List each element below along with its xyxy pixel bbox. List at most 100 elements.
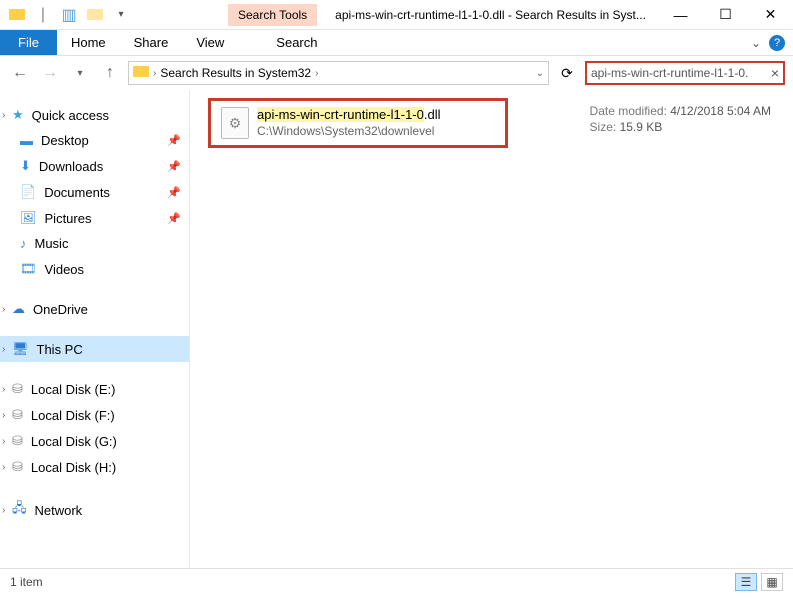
close-button[interactable]: ✕: [748, 0, 793, 30]
monitor-icon: 🖥: [12, 341, 29, 357]
result-filename: api-ms-win-crt-runtime-l1-1-0.dll: [257, 107, 440, 122]
nav-music[interactable]: ♪ Music: [0, 231, 189, 256]
address-bar[interactable]: › Search Results in System32 › ⌄: [128, 61, 549, 85]
search-result-highlight: ⚙ api-ms-win-crt-runtime-l1-1-0.dll C:\W…: [208, 98, 508, 148]
status-bar: 1 item ☰ ▦: [0, 568, 793, 594]
chevron-right-icon[interactable]: ›: [2, 505, 5, 516]
nav-pictures[interactable]: 🖼 Pictures 📌: [0, 205, 189, 231]
navigation-pane[interactable]: › ★ Quick access ▬Desktop📌 ⬇Downloads📌 📄…: [0, 90, 190, 568]
nav-documents[interactable]: 📄Documents📌: [0, 179, 189, 205]
downloads-icon: ⬇: [20, 158, 31, 174]
quick-access-toolbar: | ▥ ▾: [0, 4, 138, 26]
chevron-right-icon[interactable]: ›: [2, 410, 5, 421]
chevron-right-icon[interactable]: ›: [2, 384, 5, 395]
file-icon: ⚙: [221, 107, 249, 139]
chevron-right-icon[interactable]: ›: [2, 436, 5, 447]
ribbon-expand-icon[interactable]: ⌄: [751, 36, 761, 50]
date-modified-value: 4/12/2018 5:04 AM: [670, 104, 771, 118]
nav-label: Local Disk (H:): [31, 460, 116, 475]
nav-videos[interactable]: 🎞 Videos: [0, 256, 189, 282]
properties-icon[interactable]: ▥: [58, 4, 80, 26]
address-history-dropdown[interactable]: ⌄: [536, 68, 544, 79]
minimize-button[interactable]: —: [658, 0, 703, 30]
nav-label: Music: [35, 236, 69, 251]
nav-label: Network: [35, 503, 83, 518]
recent-locations-dropdown[interactable]: ▾: [68, 61, 92, 85]
search-tools-context-tab[interactable]: Search Tools: [228, 4, 317, 26]
nav-local-e[interactable]: › ⛁ Local Disk (E:): [0, 376, 189, 402]
back-button[interactable]: ←: [8, 61, 32, 85]
nav-label: Local Disk (E:): [31, 382, 116, 397]
music-icon: ♪: [20, 236, 27, 251]
nav-label: Documents: [44, 185, 110, 200]
nav-network[interactable]: ›🖧Network: [0, 494, 189, 526]
nav-label: Videos: [45, 262, 85, 277]
nav-this-pc[interactable]: ›🖥This PC: [0, 336, 189, 362]
nav-quick-access[interactable]: › ★ Quick access: [0, 102, 189, 128]
breadcrumb-segment[interactable]: Search Results in System32: [160, 66, 311, 80]
search-input-value: api-ms-win-crt-runtime-l1-1-0.: [591, 66, 771, 80]
date-modified-label: Date modified:: [590, 104, 667, 118]
tab-search[interactable]: Search: [262, 30, 331, 55]
refresh-button[interactable]: ⟳: [555, 61, 579, 85]
up-button[interactable]: ↑: [98, 61, 122, 85]
pin-icon: 📌: [167, 186, 181, 199]
maximize-button[interactable]: ☐: [703, 0, 748, 30]
clear-search-icon[interactable]: ×: [771, 65, 779, 81]
breadcrumb-separator-icon: ›: [315, 68, 318, 79]
forward-button[interactable]: →: [38, 61, 62, 85]
nav-label: Quick access: [32, 108, 109, 123]
nav-label: OneDrive: [33, 302, 88, 317]
ribbon: File Home Share View Search ⌄ ?: [0, 30, 793, 56]
search-input[interactable]: api-ms-win-crt-runtime-l1-1-0. ×: [585, 61, 785, 85]
nav-label: Desktop: [41, 133, 89, 148]
chevron-right-icon[interactable]: ›: [2, 344, 5, 355]
tab-home[interactable]: Home: [57, 30, 120, 55]
size-value: 15.9 KB: [620, 120, 663, 134]
pin-icon: 📌: [167, 160, 181, 173]
nav-downloads[interactable]: ⬇ Downloads 📌: [0, 153, 189, 179]
chevron-right-icon[interactable]: ›: [2, 304, 5, 315]
cloud-icon: ☁: [12, 301, 25, 317]
pictures-icon: 🖼: [20, 210, 37, 226]
titlebar: | ▥ ▾ Search Tools api-ms-win-crt-runtim…: [0, 0, 793, 30]
nav-label: Local Disk (F:): [31, 408, 115, 423]
nav-desktop[interactable]: ▬Desktop📌: [0, 128, 189, 153]
pin-icon: 📌: [167, 212, 181, 225]
drive-icon: ⛁: [12, 407, 23, 423]
file-tab[interactable]: File: [0, 30, 57, 55]
content-pane[interactable]: ⚙ api-ms-win-crt-runtime-l1-1-0.dll C:\W…: [190, 90, 793, 568]
nav-local-f[interactable]: › ⛁ Local Disk (F:): [0, 402, 189, 428]
help-icon[interactable]: ?: [769, 35, 785, 51]
large-icons-view-button[interactable]: ▦: [761, 573, 783, 591]
tab-share[interactable]: Share: [120, 30, 183, 55]
details-view-button[interactable]: ☰: [735, 573, 757, 591]
qat-divider-icon: |: [32, 4, 54, 26]
search-result-item[interactable]: ⚙ api-ms-win-crt-runtime-l1-1-0.dll C:\W…: [221, 107, 495, 139]
breadcrumb-separator-icon: ›: [153, 68, 156, 79]
nav-onedrive[interactable]: › ☁ OneDrive: [0, 296, 189, 322]
nav-label: Downloads: [39, 159, 103, 174]
window-controls: — ☐ ✕: [658, 0, 793, 30]
window-title: api-ms-win-crt-runtime-l1-1-0.dll - Sear…: [335, 8, 646, 22]
new-folder-icon[interactable]: [84, 4, 106, 26]
drive-icon: ⛁: [12, 381, 23, 397]
nav-local-g[interactable]: › ⛁ Local Disk (G:): [0, 428, 189, 454]
chevron-right-icon[interactable]: ›: [2, 110, 5, 121]
folder-icon: [6, 4, 28, 26]
details-pane: Date modified: 4/12/2018 5:04 AM Size: 1…: [590, 104, 771, 136]
pin-icon: 📌: [167, 134, 181, 147]
nav-local-h[interactable]: › ⛁ Local Disk (H:): [0, 454, 189, 480]
chevron-right-icon[interactable]: ›: [2, 462, 5, 473]
star-icon: ★: [12, 107, 24, 123]
size-label: Size:: [590, 120, 617, 134]
tab-view[interactable]: View: [182, 30, 238, 55]
result-filepath: C:\Windows\System32\downlevel: [257, 124, 440, 138]
videos-icon: 🎞: [20, 261, 37, 277]
drive-icon: ⛁: [12, 459, 23, 475]
main-area: › ★ Quick access ▬Desktop📌 ⬇Downloads📌 📄…: [0, 90, 793, 568]
drive-icon: ⛁: [12, 433, 23, 449]
nav-label: Pictures: [45, 211, 92, 226]
qat-dropdown-icon[interactable]: ▾: [110, 4, 132, 26]
nav-label: Local Disk (G:): [31, 434, 117, 449]
